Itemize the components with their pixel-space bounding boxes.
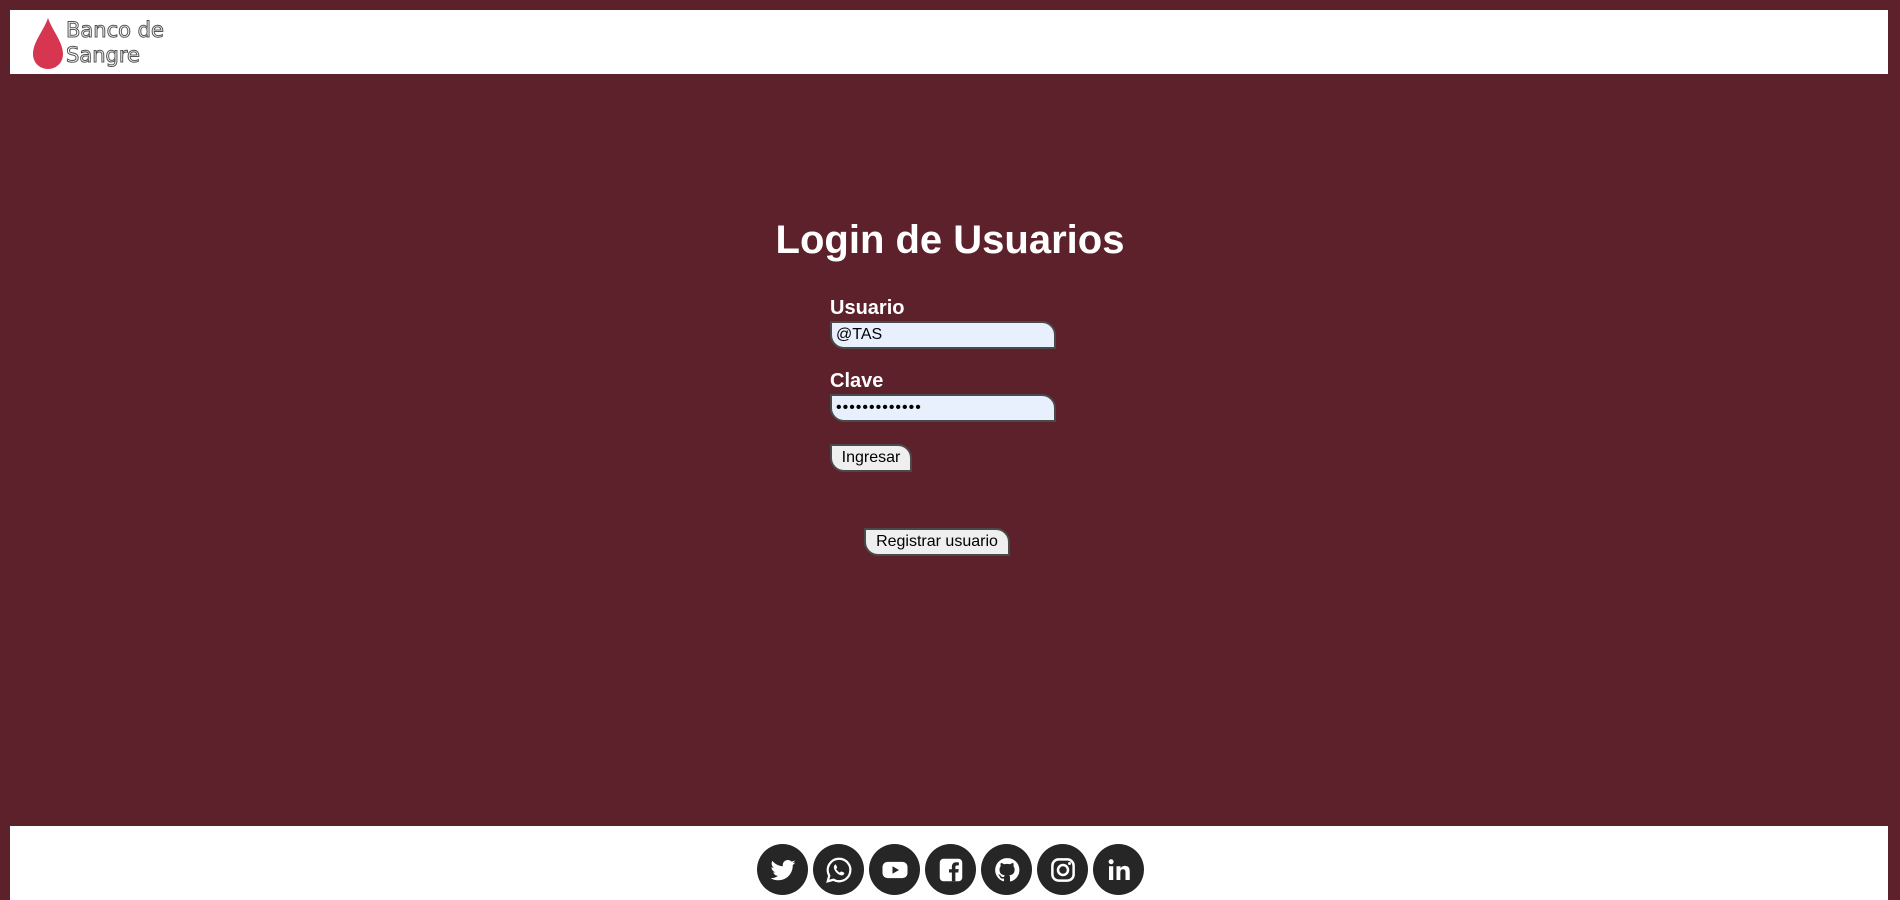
brand-name: Banco de Sangre [66, 18, 186, 68]
social-links [757, 844, 1144, 895]
register-user-button[interactable]: Registrar usuario [864, 528, 1010, 556]
instagram-icon[interactable] [1037, 844, 1088, 895]
github-icon[interactable] [981, 844, 1032, 895]
linkedin-icon[interactable] [1093, 844, 1144, 895]
login-submit-button[interactable]: Ingresar [830, 444, 912, 472]
youtube-icon[interactable] [869, 844, 920, 895]
user-label: Usuario [830, 297, 905, 319]
twitter-icon[interactable] [757, 844, 808, 895]
page-title: Login de Usuarios [775, 218, 1125, 262]
footer-bar [10, 826, 1888, 900]
password-label: Clave [830, 370, 884, 392]
whatsapp-icon[interactable] [813, 844, 864, 895]
brand-logo[interactable]: Banco de Sangre [30, 16, 190, 70]
facebook-icon[interactable] [925, 844, 976, 895]
brand-name-line1: Banco de [66, 18, 165, 43]
blood-drop-icon [33, 18, 63, 69]
password-input[interactable] [830, 394, 1056, 422]
header-bar: Banco de Sangre [10, 10, 1888, 74]
user-input[interactable] [830, 321, 1056, 349]
brand-name-line2: Sangre [66, 43, 141, 68]
